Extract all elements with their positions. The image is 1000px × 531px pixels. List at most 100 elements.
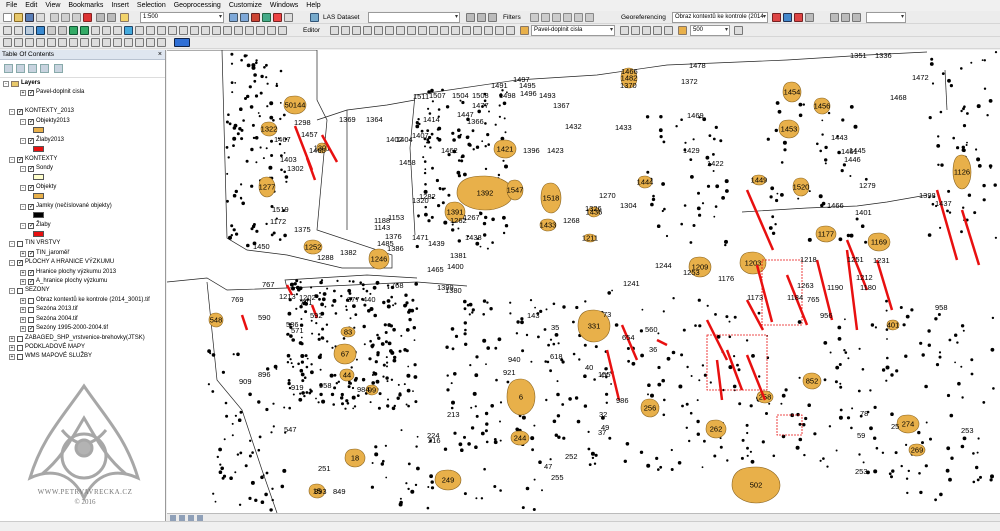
toc-layer-row[interactable]: - ✓ PLOCHY A HRANICE VÝZKUMU [9,258,114,267]
topology-icon[interactable] [473,26,482,35]
visibility-checkbox[interactable] [17,353,23,360]
search-window-icon[interactable] [262,13,271,22]
toc-icon[interactable] [240,13,249,22]
command-line-input[interactable] [866,12,906,23]
scale-combo[interactable]: 1:500 [140,12,224,23]
select-arrow-icon[interactable] [3,38,12,47]
time-slider-icon[interactable] [201,26,210,35]
visibility-checkbox[interactable]: ✓ [17,156,23,163]
list-by-selection-icon[interactable] [40,64,49,73]
back-icon[interactable] [69,26,78,35]
zoom-element-icon[interactable] [25,38,34,47]
toc-layer-row[interactable]: + ✓ A_hranice plochy výzkumu [20,277,107,286]
las-points-icon[interactable] [552,13,561,22]
expand-icon[interactable]: + [20,297,26,304]
swipe-icon[interactable] [223,26,232,35]
close-icon[interactable]: × [158,50,162,60]
open-icon[interactable] [14,13,23,22]
clear-selection-icon[interactable] [102,26,111,35]
visibility-checkbox[interactable]: ✓ [28,269,34,276]
layer-swipe-icon[interactable] [642,26,651,35]
zoom-value-combo[interactable]: 500 [690,25,730,36]
full-extent-icon[interactable] [36,26,45,35]
find-route-icon[interactable] [146,26,155,35]
zoom-out-icon[interactable] [14,26,23,35]
visibility-checkbox[interactable] [17,335,23,342]
fixed-zoom-in-icon[interactable] [47,26,56,35]
layer-view-icon[interactable] [664,26,673,35]
visibility-checkbox[interactable]: ✓ [28,222,34,229]
brightness-icon[interactable] [267,26,276,35]
measure-icon[interactable] [168,26,177,35]
split-icon[interactable] [374,26,383,35]
georef-layer-combo[interactable]: Obraz kontextů ke kontrole (2014 [672,12,768,23]
viewer-icon[interactable] [212,26,221,35]
toc-layer-row[interactable]: + ✓ TIN_jaroměř [20,249,69,258]
collapse-icon[interactable]: - [20,165,26,172]
georeferencing-label[interactable]: Georeferencing [621,12,666,23]
underline-icon[interactable] [135,38,144,47]
expand-icon[interactable]: + [20,325,26,332]
rotate-icon[interactable] [772,13,781,22]
visibility-checkbox[interactable]: ✓ [17,108,23,115]
draw-text-icon[interactable] [47,38,56,47]
filters-label[interactable]: Filters [503,12,521,23]
toc-layer-row[interactable]: - ✓ Sondy [20,164,53,173]
las-3d-icon[interactable] [563,13,572,22]
menu-geoprocessing[interactable]: Geoprocessing [170,0,225,11]
delete-icon[interactable] [83,13,92,22]
fill-color-icon[interactable] [157,38,166,47]
collapse-icon[interactable]: - [3,80,9,87]
transparency-icon[interactable] [256,26,265,35]
map-canvas[interactable]: 5014414821454145614531392139115181547142… [167,50,1000,513]
visibility-checkbox[interactable]: ✓ [28,118,34,125]
menu-file[interactable]: File [2,0,21,11]
layer-opacity-icon[interactable] [631,26,640,35]
collapse-icon[interactable]: - [9,287,15,294]
pan-icon[interactable] [25,26,34,35]
undo-icon[interactable] [96,13,105,22]
las-icon[interactable] [310,13,319,22]
xy-icon[interactable] [157,26,166,35]
expand-icon[interactable]: + [20,278,26,285]
visibility-checkbox[interactable]: ✓ [28,278,34,285]
toc-layer-row[interactable]: - ✓ Objekty [20,183,56,192]
zoom-in-icon[interactable] [3,26,12,35]
collapse-icon[interactable]: - [20,184,26,191]
visibility-checkbox[interactable]: ✓ [28,203,34,210]
add-data-icon[interactable] [120,13,129,22]
toc-layer-row[interactable]: - ✓ Žlaby [20,221,51,230]
draw-polygon-icon[interactable] [69,38,78,47]
select-elements-icon[interactable] [113,26,122,35]
las-tool-icon[interactable] [466,13,475,22]
identify-icon[interactable] [124,26,133,35]
menu-help[interactable]: Help [302,0,324,11]
layer-flicker-icon[interactable] [653,26,662,35]
expand-icon[interactable]: + [20,306,26,313]
layers-root[interactable]: - Layers [3,79,40,88]
bold-icon[interactable] [113,38,122,47]
layer-props-icon[interactable] [620,26,629,35]
arctoolbox-icon[interactable] [273,13,282,22]
collapse-icon[interactable]: - [9,240,15,247]
visibility-checkbox[interactable] [28,306,34,313]
edit-vertices-icon[interactable] [341,26,350,35]
print-icon[interactable] [36,13,45,22]
create-features-icon[interactable] [418,26,427,35]
expand-icon[interactable]: + [9,335,15,342]
toc-layer-row[interactable]: - ✓ Objekty2013 [20,117,70,126]
editor-menu[interactable]: Editor [303,25,320,36]
visibility-checkbox[interactable]: ✓ [28,250,34,257]
rotate-element-icon[interactable] [14,38,23,47]
visibility-checkbox[interactable]: ✓ [28,89,34,96]
effects-icon[interactable] [245,26,254,35]
menu-customize[interactable]: Customize [225,0,266,11]
las-tool2-icon[interactable] [477,13,486,22]
python-icon[interactable] [284,13,293,22]
toc-layer-row[interactable]: + PODKLADOVÉ MAPY [9,343,85,352]
toc-layer-row[interactable]: - ✓ Jamky (nečíslované objekty) [20,202,112,211]
expand-icon[interactable]: + [9,353,15,360]
menu-selection[interactable]: Selection [133,0,170,11]
toc-layer-row[interactable]: + Sezóna 2013.tif [20,305,78,314]
las-dataset-combo[interactable] [368,12,460,23]
